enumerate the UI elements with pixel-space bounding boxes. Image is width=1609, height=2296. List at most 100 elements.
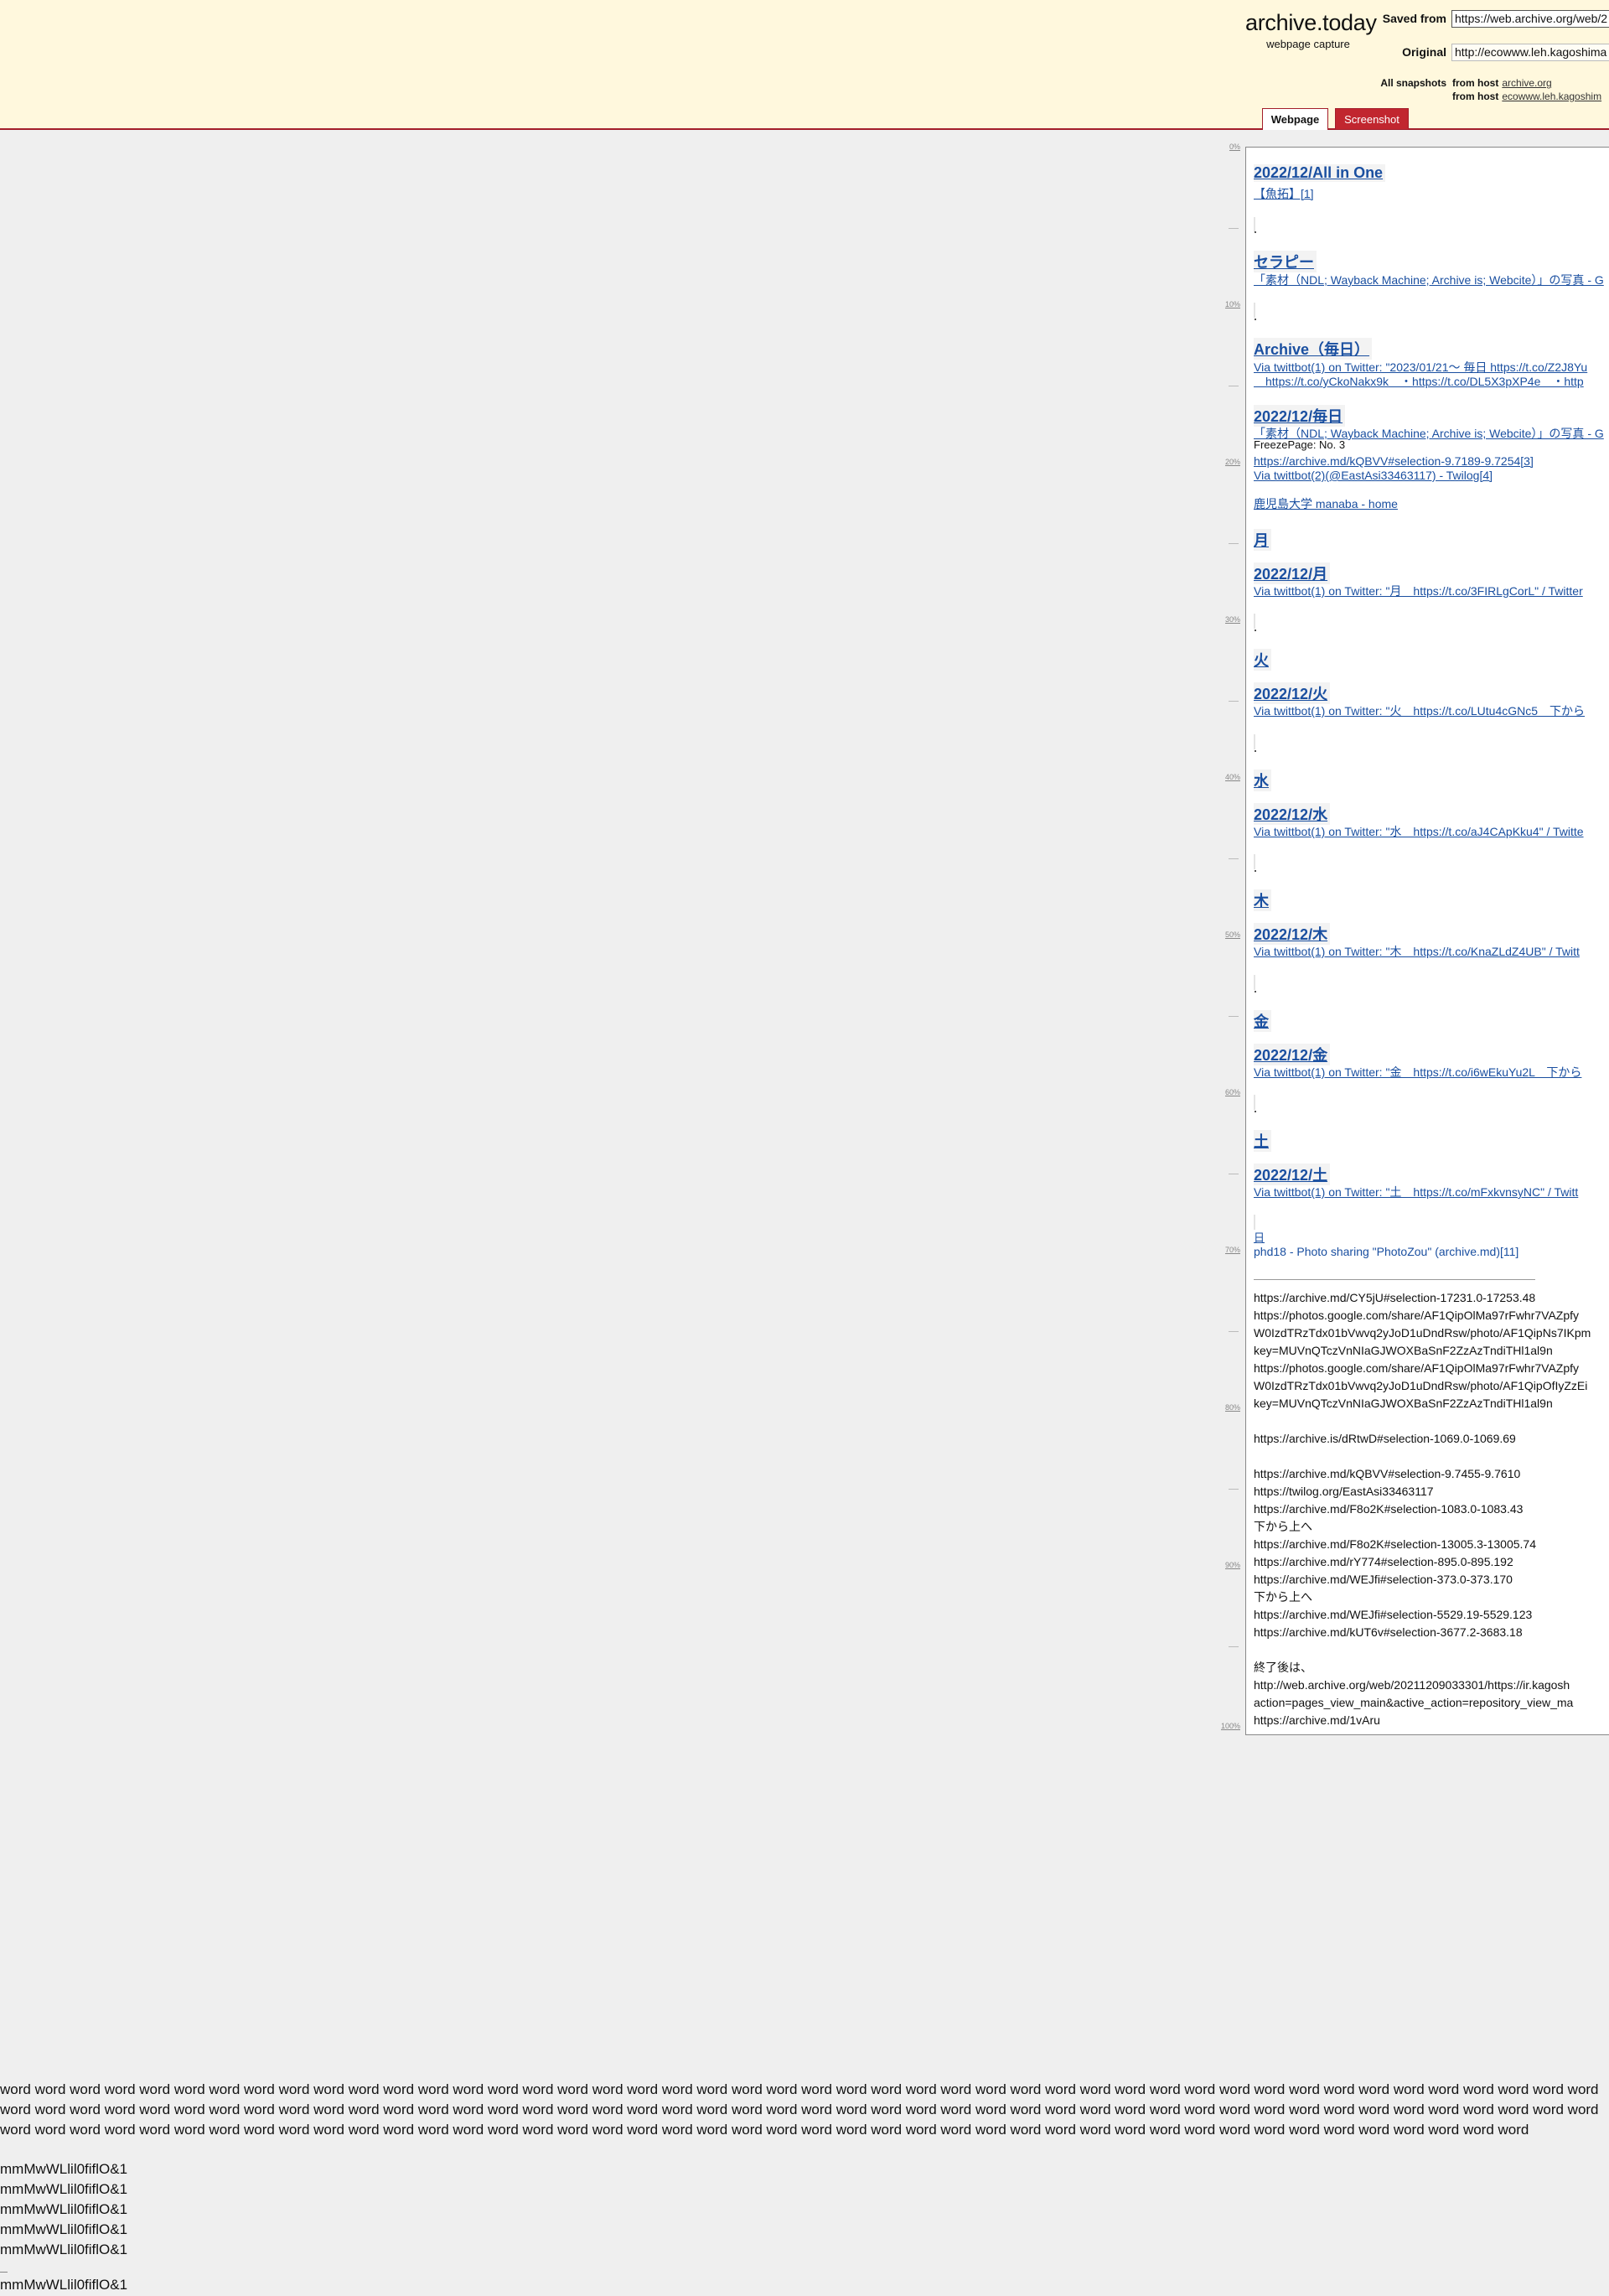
ref-line: key=MUVnQTczVnNIaGJWOXBaSnF2ZzAzTndiTHl1… — [1254, 1344, 1553, 1357]
ruler-label[interactable]: 40% — [1207, 773, 1240, 781]
ruler-label[interactable]: 20% — [1207, 458, 1240, 466]
host-link-archive-org[interactable]: archive.org — [1502, 77, 1551, 89]
ref-line: https://archive.md/WEJfi#selection-373.0… — [1254, 1573, 1513, 1586]
saved-from-field[interactable] — [1451, 10, 1609, 28]
original-label: Original — [1402, 45, 1446, 59]
dot-marker — [1255, 870, 1256, 872]
ref-line: https://archive.md/WEJfi#selection-5529.… — [1254, 1608, 1533, 1621]
ref-line: https://archive.md/kUT6v#selection-3677.… — [1254, 1625, 1523, 1639]
ref-line: key=MUVnQTczVnNIaGJWOXBaSnF2ZzAzTndiTHl1… — [1254, 1397, 1553, 1410]
tab-webpage[interactable]: Webpage — [1262, 108, 1328, 130]
saved-from-label: Saved from — [1382, 12, 1446, 25]
ref-line: https://twilog.org/EastAsi33463117 — [1254, 1485, 1434, 1498]
dot-marker — [1255, 231, 1256, 233]
heading-wednesday[interactable]: 水 — [1254, 770, 1271, 791]
link-gyotaku[interactable]: 【魚拓】[1] — [1254, 187, 1314, 201]
heading-2022-12-daily[interactable]: 2022/12/毎日 — [1254, 405, 1346, 427]
dot-marker — [1255, 991, 1256, 993]
small-divider — [0, 2272, 8, 2273]
ref-line: action=pages_view_main&active_action=rep… — [1254, 1696, 1574, 1709]
ref-line: 終了後は、 — [1254, 1661, 1312, 1674]
freezepage-text: FreezePage: No. 3 — [1254, 438, 1346, 451]
filler-word-paragraph: word word word word word word word word … — [0, 2081, 1599, 2138]
heading-archive-daily[interactable]: Archive（毎日） — [1254, 338, 1373, 360]
ref-line: 下から上へ — [1254, 1590, 1312, 1604]
ruler-label[interactable]: 90% — [1207, 1561, 1240, 1569]
ref-line: https://archive.is/dRtwD#selection-1069.… — [1254, 1432, 1516, 1445]
heading-friday[interactable]: 金 — [1254, 1010, 1271, 1032]
spacer-rule — [1254, 734, 1255, 749]
brand-title[interactable]: archive.today — [1245, 10, 1377, 36]
link-tuesday-tweet[interactable]: Via twittbot(1) on Twitter: "火 https://t… — [1254, 704, 1585, 718]
heading-2022-12-tuesday[interactable]: 2022/12/火 — [1254, 682, 1331, 704]
ruler-label[interactable]: 50% — [1207, 930, 1240, 939]
ruler-label[interactable]: 0% — [1207, 143, 1240, 151]
link-friday-tweet[interactable]: Via twittbot(1) on Twitter: "金 https://t… — [1254, 1065, 1581, 1080]
font-test-line: mmMwWLlil0fiflO&1 — [0, 2221, 128, 2237]
spacer-rule — [1254, 614, 1255, 629]
heading-2022-12-thursday[interactable]: 2022/12/木 — [1254, 923, 1331, 945]
ruler-tick — [1229, 228, 1239, 229]
link-therapy-photos[interactable]: 「素材（NDL; Wayback Machine; Archive is; We… — [1254, 273, 1604, 288]
link-daily-twilog[interactable]: Via twittbot(2)(@EastAsi33463117) - Twil… — [1254, 469, 1493, 483]
archive-header: archive.today webpage capture Saved from… — [0, 0, 1609, 130]
font-test-line: mmMwWLlil0fiflO&1 — [0, 2181, 128, 2197]
heading-saturday[interactable]: 土 — [1254, 1130, 1271, 1152]
link-thursday-tweet[interactable]: Via twittbot(1) on Twitter: "木 https://t… — [1254, 945, 1580, 959]
original-field[interactable] — [1451, 44, 1609, 61]
link-saturday-tweet[interactable]: Via twittbot(1) on Twitter: "土 https://t… — [1254, 1185, 1578, 1200]
dot-marker — [1255, 319, 1256, 320]
from-host-label: from host — [1452, 77, 1499, 89]
ruler-tick — [1229, 1489, 1239, 1490]
ref-line: 下から上へ — [1254, 1520, 1312, 1533]
ruler-label[interactable]: 80% — [1207, 1403, 1240, 1412]
heading-2022-12-wednesday[interactable]: 2022/12/水 — [1254, 803, 1331, 825]
ref-line: https://archive.md/1vAru — [1254, 1713, 1380, 1727]
ruler-label[interactable]: 30% — [1207, 615, 1240, 624]
link-daily-archive[interactable]: https://archive.md/kQBVV#selection-9.718… — [1254, 454, 1534, 469]
spacer-rule — [1254, 1095, 1255, 1110]
brand-subtitle: webpage capture — [1266, 38, 1350, 50]
dot-marker — [1255, 630, 1256, 631]
heading-2022-12-friday[interactable]: 2022/12/金 — [1254, 1044, 1331, 1065]
ruler-tick — [1229, 701, 1239, 702]
font-test-line: mmMwWLlil0fiflO&1 — [0, 2242, 128, 2257]
snapshot-host-row-1: from host archive.org — [1452, 77, 1552, 89]
heading-therapy[interactable]: セラピー — [1254, 251, 1317, 272]
tab-screenshot[interactable]: Screenshot — [1335, 108, 1409, 129]
photozou-row: phd18 - Photo sharing "PhotoZou" (archiv… — [1254, 1245, 1518, 1259]
spacer-rule — [1254, 975, 1255, 990]
spacer-rule — [1254, 1215, 1255, 1230]
ruler-label[interactable]: 60% — [1207, 1088, 1240, 1096]
link-phd18-photozou[interactable]: phd18 - Photo sharing "PhotoZou" (archiv… — [1254, 1245, 1500, 1258]
heading-tuesday[interactable]: 火 — [1254, 649, 1271, 671]
link-sunday[interactable]: 日 — [1254, 1231, 1265, 1245]
font-test-line: mmMwWLlil0fiflO&1 — [0, 2201, 128, 2217]
heading-2022-12-monday[interactable]: 2022/12/月 — [1254, 562, 1331, 584]
ruler-tick — [1229, 1646, 1239, 1647]
ruler-label[interactable]: 10% — [1207, 300, 1240, 308]
heading-2022-12-saturday[interactable]: 2022/12/土 — [1254, 1164, 1331, 1185]
ref-line: https://photos.google.com/share/AF1QipOl… — [1254, 1309, 1580, 1322]
link-manaba-home[interactable]: 鹿児島大学 manaba - home — [1254, 497, 1398, 511]
heading-thursday[interactable]: 木 — [1254, 889, 1271, 911]
dot-marker — [1255, 750, 1256, 752]
heading-monday[interactable]: 月 — [1254, 529, 1271, 551]
link-archive-tweet-1[interactable]: Via twittbot(1) on Twitter: "2023/01/21〜… — [1254, 360, 1587, 375]
ruler-tick — [1229, 1331, 1239, 1332]
ruler-label[interactable]: 70% — [1207, 1246, 1240, 1254]
ref-link-11[interactable]: [11] — [1500, 1245, 1518, 1258]
ruler-label[interactable]: 100% — [1207, 1722, 1240, 1730]
ref-line: https://archive.md/F8o2K#selection-13005… — [1254, 1537, 1536, 1551]
link-wednesday-tweet[interactable]: Via twittbot(1) on Twitter: "水 https://t… — [1254, 825, 1584, 839]
all-snapshots-label: All snapshots — [1380, 77, 1446, 89]
footnote-divider — [1254, 1279, 1535, 1280]
ref-line: https://archive.md/CY5jU#selection-17231… — [1254, 1291, 1536, 1304]
ruler-tick — [1229, 543, 1239, 544]
host-link-original[interactable]: ecowww.leh.kagoshim — [1502, 91, 1601, 102]
link-archive-tweet-2[interactable]: https://t.co/yCkoNakx9k ・https://t.co/DL… — [1254, 375, 1584, 389]
heading-all-in-one[interactable]: 2022/12/All in One — [1254, 164, 1386, 182]
brand[interactable]: archive.today webpage capture — [1245, 10, 1377, 50]
link-monday-tweet[interactable]: Via twittbot(1) on Twitter: "月 https://t… — [1254, 584, 1583, 599]
captured-page-frame: 2022/12/All in One 【魚拓】[1] セラピー 「素材（NDL;… — [1245, 147, 1609, 1735]
